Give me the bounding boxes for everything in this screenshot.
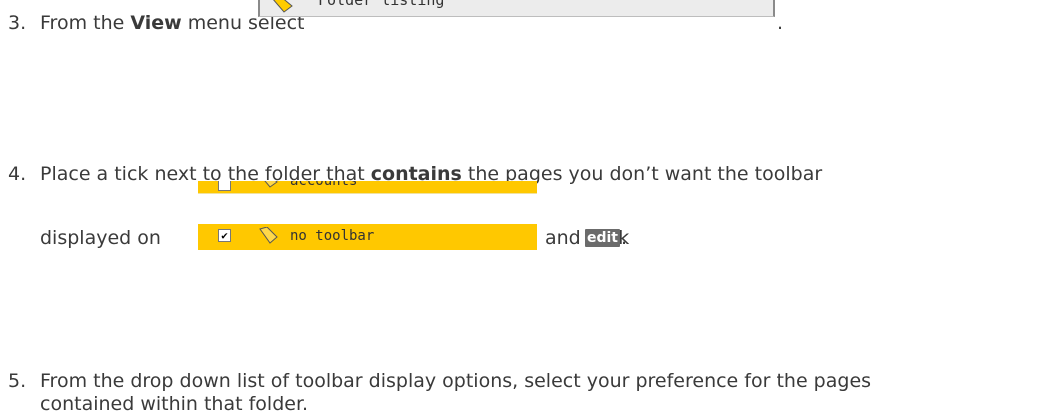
folder-name-no-toolbar: no toolbar	[290, 228, 375, 244]
step-5-line-1: 5. From the drop down list of toolbar dis…	[0, 369, 871, 393]
step-3-text-before: From the	[40, 12, 131, 34]
folder-icon	[270, 0, 296, 19]
folder-icon	[258, 226, 280, 249]
folder-listing-label: Folder listing	[318, 0, 445, 9]
step-4-number: 4.	[8, 163, 27, 185]
folder-checkbox-accounts	[218, 181, 231, 191]
folder-checkbox-no-toolbar: ✔	[218, 229, 231, 242]
folder-listing-menu-item: Folder listing	[258, 0, 775, 17]
step-5-text-2: contained within that folder.	[40, 393, 309, 415]
step-5-line-2: contained within that folder.	[40, 392, 308, 416]
step-3-bold: View	[130, 12, 182, 34]
step-4-line-2-text: displayed on	[40, 227, 161, 249]
folder-row-no-toolbar: ✔ no toolbar	[198, 224, 537, 250]
folder-name-accounts: accounts	[290, 181, 358, 189]
step-5-text-1: From the drop down list of toolbar displ…	[40, 370, 872, 392]
step-3-number: 3.	[8, 12, 27, 34]
step-4-end-punct: .	[621, 227, 628, 249]
folder-icon	[258, 181, 280, 193]
step-3-end-punct: .	[777, 12, 784, 34]
folder-row-accounts: accounts	[198, 181, 537, 194]
step-4-line-2-before: displayed on	[40, 226, 161, 250]
step-5-number: 5.	[8, 370, 27, 392]
edit-button: edit	[585, 229, 620, 247]
